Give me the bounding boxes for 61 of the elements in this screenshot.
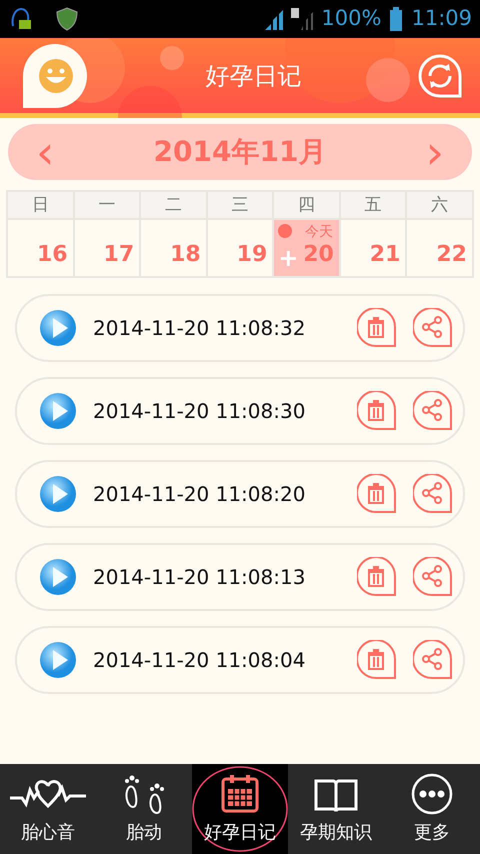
delete-button[interactable]: [357, 640, 397, 680]
record-time: 2014-11-20 11:08:32: [93, 315, 306, 342]
month-title: 2014年11月: [154, 134, 326, 170]
record-time: 2014-11-20 11:08:30: [93, 398, 306, 425]
weekday-header: 六: [407, 192, 472, 218]
nav-tab[interactable]: 孕期知识: [288, 764, 384, 854]
day-number: 19: [236, 241, 268, 269]
day-number: 22: [436, 241, 467, 269]
day-cell[interactable]: 21: [340, 220, 406, 276]
record-time: 2014-11-20 11:08:20: [93, 481, 306, 508]
play-icon[interactable]: [39, 558, 77, 596]
delete-button[interactable]: [357, 391, 397, 431]
more-icon: [411, 773, 453, 815]
record-time: 2014-11-20 11:08:13: [93, 564, 306, 591]
nav-tab[interactable]: 好孕日记: [192, 764, 288, 854]
screen-title: 好孕日记: [206, 60, 302, 92]
add-icon[interactable]: +: [278, 246, 298, 270]
day-cell[interactable]: 16: [8, 220, 73, 276]
day-cell[interactable]: 19: [208, 220, 272, 276]
share-button[interactable]: [413, 557, 453, 597]
today-label: 今天: [304, 223, 333, 242]
share-button[interactable]: [413, 308, 453, 348]
day-number: 18: [170, 241, 201, 269]
day-number: 21: [370, 241, 400, 269]
battery-level: 100%: [321, 5, 382, 32]
play-icon[interactable]: [39, 309, 77, 347]
day-number: 16: [36, 241, 68, 269]
battery-icon: [389, 6, 404, 32]
weekday-header: 一: [74, 192, 140, 218]
delete-button[interactable]: [357, 308, 397, 348]
status-time: 11:09: [411, 5, 472, 32]
next-month-button[interactable]: ›: [398, 129, 472, 175]
weekday-header: 三: [208, 192, 272, 218]
smiley-icon[interactable]: [23, 44, 89, 108]
delete-button[interactable]: [357, 557, 397, 597]
share-button[interactable]: [413, 474, 453, 514]
share-button[interactable]: [413, 640, 453, 680]
record-time: 2014-11-20 11:08:04: [93, 647, 306, 674]
day-cell[interactable]: 17: [74, 220, 140, 276]
nav-tab[interactable]: 胎动: [96, 764, 192, 854]
play-icon[interactable]: [39, 392, 77, 430]
shield-icon: [54, 6, 80, 32]
day-cell[interactable]: 18: [141, 220, 206, 276]
weekday-header: 五: [340, 192, 406, 218]
calendar-icon: [219, 773, 261, 815]
play-icon[interactable]: [39, 641, 77, 679]
day-number: 17: [104, 241, 134, 269]
previous-month-button[interactable]: ‹: [8, 129, 82, 175]
day-cell[interactable]: 今天 + 20: [274, 220, 339, 276]
nav-tab[interactable]: 胎心音: [0, 764, 96, 854]
play-icon[interactable]: [39, 475, 77, 513]
share-button[interactable]: [413, 391, 453, 431]
delete-button[interactable]: [357, 474, 397, 514]
day-number: 20: [303, 241, 334, 269]
refresh-icon[interactable]: [418, 54, 462, 98]
weekday-header: 四: [274, 192, 339, 218]
weekday-header: 日: [8, 192, 73, 218]
weekday-header: 二: [141, 192, 206, 218]
nav-tab[interactable]: 更多: [384, 764, 480, 854]
dot-icon: [278, 224, 292, 238]
day-cell[interactable]: 22: [407, 220, 472, 276]
